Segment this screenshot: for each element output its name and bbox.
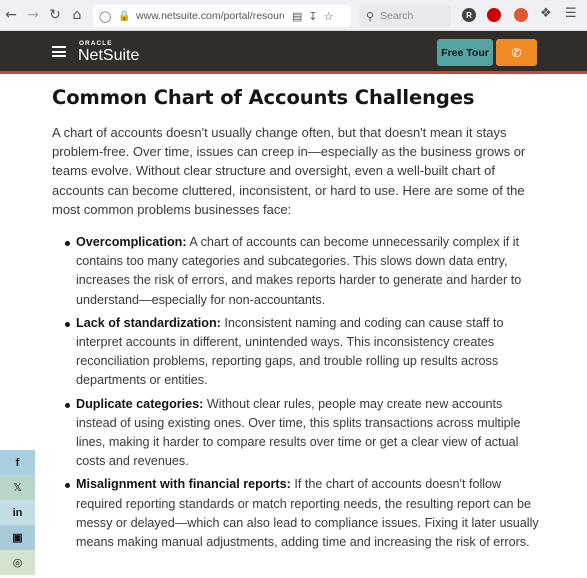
shield-icon[interactable]: ◯ xyxy=(99,10,113,23)
extensions-puzzle-icon[interactable]: ❖ xyxy=(540,6,552,21)
download-icon[interactable]: ↧ xyxy=(308,10,317,23)
address-bar[interactable]: ◯ 🔒 www.netsuite.com/portal/resource/ ▤ … xyxy=(93,5,351,27)
forward-arrow-icon[interactable]: → xyxy=(22,4,44,26)
ublock-shield-icon[interactable] xyxy=(487,8,501,22)
menu-icon[interactable]: ☰ xyxy=(565,6,577,21)
extension-r-icon[interactable]: R xyxy=(462,8,476,22)
list-item: Misalignment with financial reports: If … xyxy=(65,475,542,552)
bookmark-star-icon[interactable]: ☆ xyxy=(324,10,334,23)
list-item-term: Duplicate categories: xyxy=(76,396,204,411)
instagram-icon[interactable]: ◎ xyxy=(0,550,35,575)
search-placeholder: Search xyxy=(380,10,414,22)
search-input[interactable]: ⚲ Search xyxy=(359,5,451,27)
hamburger-menu-icon[interactable] xyxy=(52,46,66,57)
linkedin-icon[interactable]: in xyxy=(0,500,35,525)
free-tour-button[interactable]: Free Tour xyxy=(437,39,493,66)
challenges-list: Overcomplication: A chart of accounts ca… xyxy=(52,233,542,552)
flipboard-icon[interactable]: ▣ xyxy=(0,525,35,550)
url-text[interactable]: www.netsuite.com/portal/resource/ xyxy=(136,10,284,22)
list-item-term: Misalignment with financial reports: xyxy=(76,477,291,492)
list-item: Lack of standardization: Inconsistent na… xyxy=(65,314,542,391)
facebook-icon[interactable]: f xyxy=(0,450,35,475)
lock-icon[interactable]: 🔒 xyxy=(118,11,130,22)
brand-netsuite[interactable]: NetSuite xyxy=(78,47,139,65)
reader-view-icon[interactable]: ▤ xyxy=(292,10,302,23)
duckduckgo-icon[interactable] xyxy=(514,8,528,22)
list-item: Overcomplication: A chart of accounts ca… xyxy=(65,233,542,310)
list-item-term: Overcomplication: xyxy=(76,235,187,250)
site-header: ORACLE NetSuite Free Tour ✆ xyxy=(0,31,587,74)
social-share-bar: f 𝕏 in ▣ ◎ xyxy=(0,450,35,575)
list-item: Duplicate categories: Without clear rule… xyxy=(65,395,542,472)
reload-icon[interactable]: ↻ xyxy=(44,4,66,26)
phone-icon[interactable]: ✆ xyxy=(496,39,537,66)
section-heading: Common Chart of Accounts Challenges xyxy=(52,86,475,109)
x-icon[interactable]: 𝕏 xyxy=(0,475,35,500)
article-body: Common Chart of Accounts Challenges A ch… xyxy=(52,86,542,556)
back-arrow-icon[interactable]: ← xyxy=(0,4,22,26)
intro-paragraph: A chart of accounts doesn't usually chan… xyxy=(52,125,526,217)
search-icon: ⚲ xyxy=(366,9,375,23)
brand-oracle[interactable]: ORACLE xyxy=(79,40,112,47)
home-icon[interactable]: ⌂ xyxy=(66,4,88,26)
list-item-term: Lack of standardization: xyxy=(76,315,221,330)
